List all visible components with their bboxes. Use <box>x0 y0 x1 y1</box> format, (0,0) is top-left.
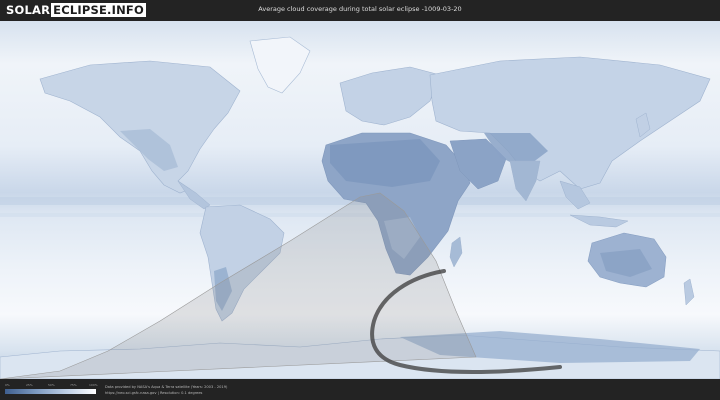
legend-tick-0: 0% <box>5 383 10 387</box>
legend-tick-75: 75% <box>70 383 77 387</box>
logo-eclipse-info-text: ECLIPSE.INFO <box>51 3 146 17</box>
legend-tick-100: 100% <box>89 383 98 387</box>
legend-tick-50: 50% <box>48 383 55 387</box>
world-map-svg <box>0 21 720 379</box>
cloud-coverage-map <box>0 21 720 379</box>
data-source-link[interactable]: https://neo.sci.gsfc.nasa.gov | Resoluti… <box>105 391 202 395</box>
sahara-clear-area <box>330 139 440 187</box>
cloud-coverage-legend-bar <box>5 389 96 394</box>
page: SOLAR ECLIPSE.INFO Average cloud coverag… <box>0 0 720 400</box>
logo-solar-text: SOLAR <box>6 3 51 17</box>
map-title: Average cloud coverage during total sola… <box>258 5 462 13</box>
header-bar: SOLAR ECLIPSE.INFO Average cloud coverag… <box>0 0 720 21</box>
footer-bar: 0% 25% 50% 75% 100% Data provided by NAS… <box>0 379 720 400</box>
legend-tick-25: 25% <box>26 383 33 387</box>
data-credit: Data provided by NASA's Aqua & Terra sat… <box>105 385 228 389</box>
site-logo[interactable]: SOLAR ECLIPSE.INFO <box>6 3 146 17</box>
